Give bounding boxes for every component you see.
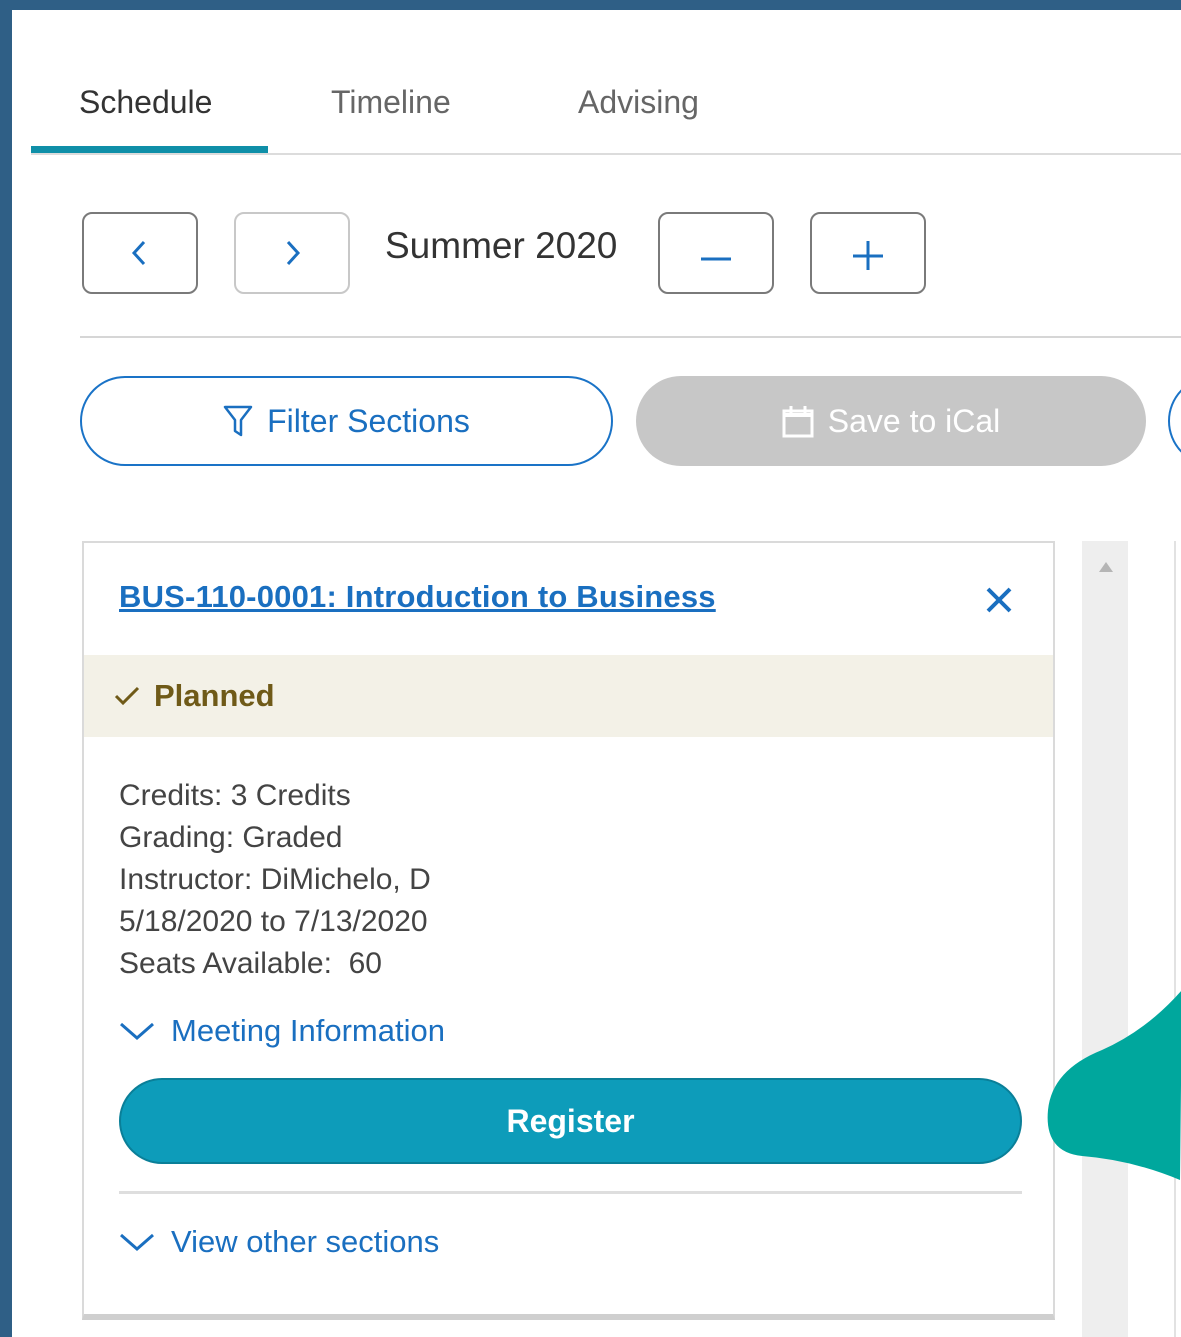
add-term-button[interactable]: [810, 212, 926, 294]
chevron-right-icon: [286, 240, 301, 266]
scrollbar[interactable]: [1082, 541, 1128, 1337]
filter-icon: [223, 405, 253, 437]
speech-bubble-shape: [1047, 991, 1181, 1180]
tab-divider: [31, 153, 1181, 155]
checkmark-icon: [114, 686, 140, 706]
additional-action-button[interactable]: [1168, 376, 1181, 466]
meeting-information-label: Meeting Information: [171, 1013, 445, 1048]
filter-sections-label: Filter Sections: [267, 402, 470, 439]
save-to-ical-button[interactable]: Save to iCal: [636, 376, 1146, 466]
chevron-down-icon: [120, 1022, 154, 1040]
grading-text: Grading: Graded: [119, 821, 343, 854]
minus-icon: [701, 257, 731, 261]
previous-term-button[interactable]: [82, 212, 198, 294]
status-banner: Planned: [84, 655, 1053, 737]
instructor-text: Instructor: DiMichelo, D: [119, 863, 431, 896]
calendar-icon: [782, 406, 814, 438]
view-other-sections-label: View other sections: [171, 1224, 440, 1259]
chevron-down-icon: [120, 1233, 154, 1251]
filter-sections-button[interactable]: Filter Sections: [80, 376, 613, 466]
meeting-information-toggle[interactable]: Meeting Information: [119, 1013, 445, 1049]
card-divider: [119, 1191, 1022, 1194]
close-icon: [986, 587, 1012, 613]
credits-text: Credits: 3 Credits: [119, 779, 351, 812]
tab-advising[interactable]: Advising: [578, 82, 699, 122]
register-button[interactable]: Register: [119, 1078, 1022, 1164]
schedule-page: Schedule Timeline Advising Summer 2020 F…: [12, 10, 1181, 1337]
scroll-up-icon[interactable]: [1098, 561, 1114, 573]
calendar-grid-edge: [1174, 541, 1181, 1337]
plus-icon: [853, 241, 883, 270]
term-label: Summer 2020: [385, 225, 618, 266]
tab-timeline[interactable]: Timeline: [331, 82, 451, 122]
seats-available-text: Seats Available: 60: [119, 947, 382, 980]
section-details: Credits: 3 Credits Grading: Graded Instr…: [119, 775, 431, 985]
view-other-sections-toggle[interactable]: View other sections: [119, 1224, 439, 1260]
remove-term-button[interactable]: [658, 212, 774, 294]
next-term-button[interactable]: [234, 212, 350, 294]
term-nav-divider: [80, 336, 1181, 338]
chevron-left-icon: [131, 240, 146, 266]
section-card: BUS-110-0001: Introduction to Business P…: [82, 541, 1055, 1320]
save-to-ical-label: Save to iCal: [827, 402, 1001, 439]
course-title-link[interactable]: BUS-110-0001: Introduction to Business: [119, 579, 716, 615]
status-label: Planned: [154, 678, 275, 713]
date-range-text: 5/18/2020 to 7/13/2020: [119, 905, 428, 938]
tab-schedule[interactable]: Schedule: [79, 82, 212, 122]
remove-section-button[interactable]: [984, 585, 1014, 620]
